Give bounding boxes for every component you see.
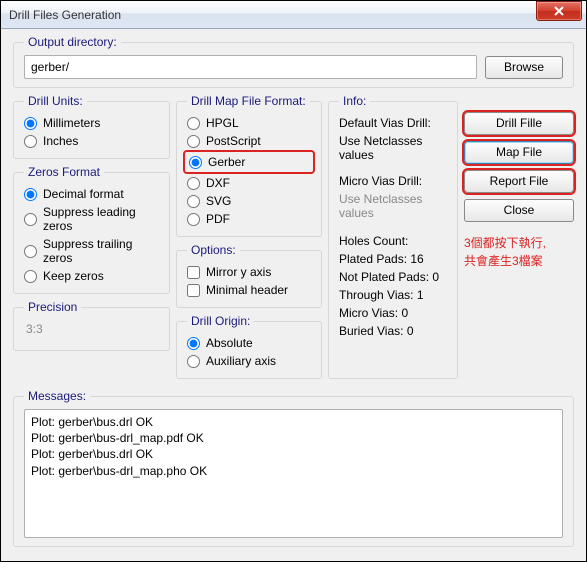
drill-map-legend: Drill Map File Format: [187, 94, 310, 108]
origin-auxiliary[interactable]: Auxiliary axis [187, 352, 311, 370]
micro-vias-label: Micro Vias Drill: [339, 172, 447, 190]
messages-group: Messages: Plot: gerber\bus.drl OK Plot: … [13, 389, 574, 547]
browse-button[interactable]: Browse [485, 56, 563, 79]
drill-file-button[interactable]: Drill Fille [464, 112, 574, 135]
holes-plated: Plated Pads: 16 [339, 250, 447, 268]
holes-not-plated: Not Plated Pads: 0 [339, 268, 447, 286]
close-icon [553, 6, 565, 16]
map-svg[interactable]: SVG [187, 192, 311, 210]
options-group: Options: Mirror y axis Minimal header [176, 243, 322, 308]
zeros-suppress-trailing[interactable]: Suppress trailing zeros [24, 235, 159, 267]
output-directory-input[interactable] [24, 55, 477, 79]
precision-group: Precision 3:3 [13, 300, 170, 351]
precision-legend: Precision [24, 300, 81, 314]
report-file-button[interactable]: Report File [464, 170, 574, 193]
radio-mm[interactable] [24, 117, 37, 130]
precision-value: 3:3 [24, 320, 159, 342]
dialog-window: Drill Files Generation Output directory:… [0, 0, 587, 562]
messages-legend: Messages: [24, 389, 90, 403]
map-gerber[interactable]: Gerber [189, 153, 309, 171]
holes-through: Through Vias: 1 [339, 286, 447, 304]
map-file-button[interactable]: Map File [464, 141, 574, 164]
titlebar: Drill Files Generation [1, 1, 586, 29]
zeros-format-legend: Zeros Format [24, 165, 104, 179]
drill-units-legend: Drill Units: [24, 94, 87, 108]
zeros-format-group: Zeros Format Decimal format Suppress lea… [13, 165, 170, 294]
window-close-button[interactable] [536, 1, 582, 21]
micro-vias-value: Use Netclasses values [339, 190, 447, 222]
drill-units-in[interactable]: Inches [24, 132, 159, 150]
drill-origin-legend: Drill Origin: [187, 314, 254, 328]
annotation-gerber-highlight: Gerber [183, 150, 315, 174]
options-legend: Options: [187, 243, 240, 257]
default-vias-value: Use Netclasses values [339, 132, 447, 164]
origin-absolute[interactable]: Absolute [187, 334, 311, 352]
holes-buried: Buried Vias: 0 [339, 322, 447, 340]
output-directory-group: Output directory: Browse [13, 35, 574, 88]
radio-in[interactable] [24, 135, 37, 148]
map-dxf[interactable]: DXF [187, 174, 311, 192]
opt-minimal-header[interactable]: Minimal header [187, 281, 311, 299]
opt-mirror-y[interactable]: Mirror y axis [187, 263, 311, 281]
annotation-text: 3個都按下執行, 共會產生3檔案 [464, 234, 574, 270]
info-legend: Info: [339, 94, 370, 108]
zeros-keep[interactable]: Keep zeros [24, 267, 159, 285]
drill-units-mm[interactable]: Millimeters [24, 114, 159, 132]
map-hpgl[interactable]: HPGL [187, 114, 311, 132]
drill-map-format-group: Drill Map File Format: HPGL PostScript G… [176, 94, 322, 237]
window-title: Drill Files Generation [9, 8, 536, 22]
drill-origin-group: Drill Origin: Absolute Auxiliary axis [176, 314, 322, 379]
default-vias-label: Default Vias Drill: [339, 114, 447, 132]
info-group: Info: Default Vias Drill: Use Netclasses… [328, 94, 458, 379]
map-postscript[interactable]: PostScript [187, 132, 311, 150]
drill-units-group: Drill Units: Millimeters Inches [13, 94, 170, 159]
holes-count-label: Holes Count: [339, 232, 447, 250]
output-directory-legend: Output directory: [24, 35, 121, 49]
close-button[interactable]: Close [464, 199, 574, 222]
holes-micro: Micro Vias: 0 [339, 304, 447, 322]
map-pdf[interactable]: PDF [187, 210, 311, 228]
zeros-decimal[interactable]: Decimal format [24, 185, 159, 203]
zeros-suppress-leading[interactable]: Suppress leading zeros [24, 203, 159, 235]
messages-textarea[interactable]: Plot: gerber\bus.drl OK Plot: gerber\bus… [24, 409, 563, 538]
